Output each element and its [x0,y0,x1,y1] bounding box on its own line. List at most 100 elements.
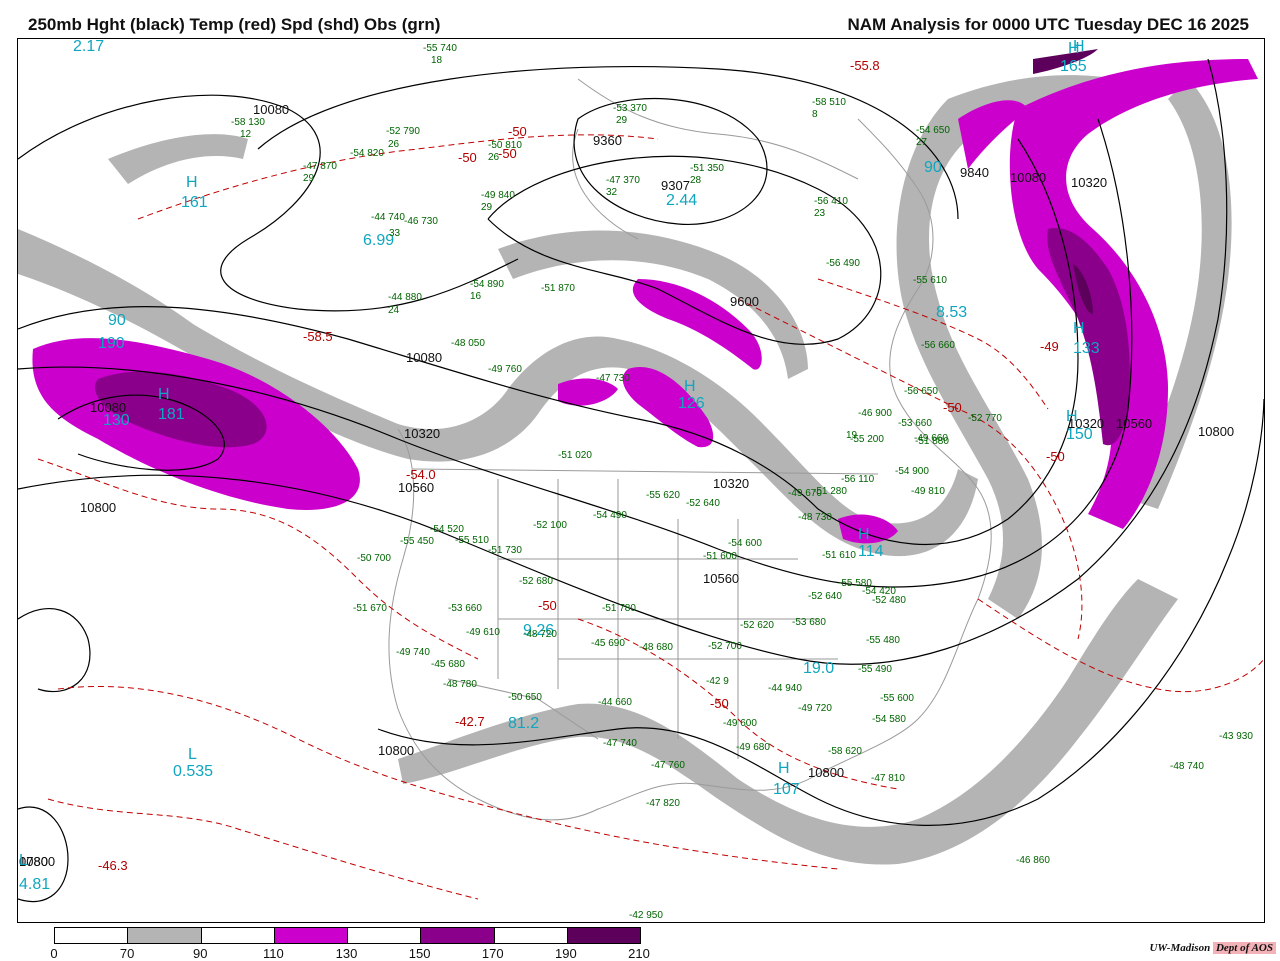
station-observation: -54 650 [916,125,950,136]
station-observation: -52 680 [519,576,553,587]
map-title-left: 250mb Hght (black) Temp (red) Spd (shd) … [28,15,441,34]
temp-contour-label: -46.3 [98,858,128,873]
wind-speed-label: 8.53 [936,304,968,321]
station-observation: -42 9 [706,676,729,687]
temp-contour-label: -55.8 [850,58,880,73]
station-observation: -55 740 [423,43,457,54]
height-contour-label: 10800 [378,743,415,758]
height-contour-label: 10800 [1198,424,1235,439]
height-contour-label: 9307 [661,178,690,193]
temp-contour-label: -54.0 [406,467,436,482]
wind-speed-label: 133 [1073,340,1100,357]
station-observation: 29 [303,173,315,184]
station-observation: -45 690 [591,638,625,649]
station-observation: 16 [470,291,482,302]
wind-speed-label: 19.0 [803,660,835,677]
station-observation: -58 510 [812,97,846,108]
station-observation: -46 730 [404,216,438,227]
station-observation: 23 [814,208,826,219]
wind-speed-label: 126 [678,395,705,412]
station-observation: -50 650 [508,692,542,703]
map-title-right: NAM Analysis for 0000 UTC Tuesday DEC 16… [847,15,1249,34]
height-contour-label: 10800 [808,765,845,780]
colorbar-tick-label: 170 [481,946,504,961]
station-observation: -52 620 [740,620,774,631]
wind-speed-label: 81.2 [508,715,540,732]
temp-contour-label: -50 [710,696,729,711]
colorbar-swatch-90-110 [201,928,275,943]
height-contour-label: 10320 [1071,175,1108,190]
station-observation: -49 610 [466,627,500,638]
wind-speed-label: 190 [98,335,125,352]
height-contour-label: 10800 [80,500,117,515]
station-observation: -58 130 [231,117,265,128]
station-observation: -51 600 [703,551,737,562]
wind-speed-label: H [778,760,790,777]
temp-contour-far-south [47,798,479,900]
station-observation: -50 700 [357,553,391,564]
wind-speed-label: 0.535 [173,763,214,780]
station-observation: 26 [388,139,400,150]
station-observation: -56 660 [921,340,955,351]
wind-speed-label: 2.44 [666,192,698,209]
station-observation: -56 410 [814,196,848,207]
station-observation: -49 740 [396,647,430,658]
colorbar-swatch-170-190 [494,928,568,943]
wind-speed-label: H [858,526,870,543]
station-observation: -53 680 [792,617,826,628]
station-observation: 8 [812,109,818,120]
colorbar-tick-label: 190 [555,946,577,961]
station-observation: -49 600 [723,718,757,729]
station-observation: -55 490 [858,664,892,675]
wind-speed-label: L [188,746,197,763]
station-observation: -47 820 [646,798,680,809]
station-observation: -51 350 [690,163,724,174]
height-contour-label: 10560 [1116,416,1153,431]
station-observation: -56 110 [841,474,875,485]
station-observation: -49 660 [914,433,948,444]
height-contour-label: 10080 [253,102,290,117]
station-observation: 18 [431,55,443,66]
temp-contour-label: -58.5 [303,329,333,344]
station-observation: -51 870 [541,283,575,294]
wind-speed-label: 165 [1060,58,1087,75]
station-observation: -46 900 [858,408,892,419]
station-observation: -54 580 [872,714,906,725]
wind-speed-label: 107 [773,781,800,798]
station-observation: -55 610 [913,275,947,286]
station-observation: -55 200 [850,434,884,445]
station-observation: -47 870 [303,161,337,172]
temp-contour-label: -50 [943,400,962,415]
temp-contour-label: -50 [508,124,527,139]
station-observation: 28 [690,175,702,186]
wind-speed-label: H [186,174,198,191]
station-observation: -44 880 [388,292,422,303]
wind-speed-shading [18,49,1258,865]
station-observation: -52 640 [808,591,842,602]
temp-contour-label: -50 [1046,449,1065,464]
colorbar-tick-label: 0 [50,946,58,961]
height-contour-label: 10560 [703,571,740,586]
temp-contour-label: -42.7 [455,714,485,729]
station-observation: -44 940 [768,683,802,694]
station-observation: -53 660 [448,603,482,614]
wind-speed-label: 114 [858,543,884,560]
station-observation: -46 860 [1016,855,1050,866]
colorbar-tick-label: 110 [263,946,284,961]
temp-contour-label: -50 [538,598,557,613]
credit-dept: Dept of AOS [1212,942,1276,954]
station-observation: -42 950 [629,910,663,921]
station-observation: -54 890 [470,279,504,290]
colorbar-swatch-0-70 [55,928,129,943]
wind-speed-label: 150 [1066,426,1093,443]
station-observation: -56 650 [904,386,938,397]
credit-org: UW-Madison [1149,942,1211,954]
colorbar-swatch-130-150 [348,928,422,943]
wind-speed-label: 181 [158,406,185,423]
station-observation: -50 810 [488,140,522,151]
station-observation: -44 740 [371,212,405,223]
station-observation: -55 600 [880,693,914,704]
colorbar-tick-label: 150 [408,946,431,961]
station-observation: -55 450 [400,536,434,547]
station-observation: -54 900 [895,466,929,477]
